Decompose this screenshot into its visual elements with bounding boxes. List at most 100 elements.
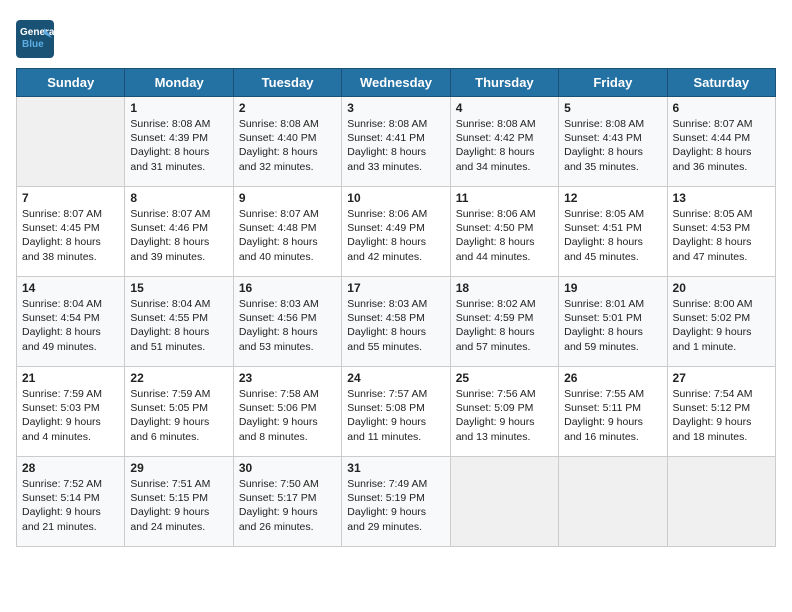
calendar-cell <box>17 97 125 187</box>
calendar-cell: 3Sunrise: 8:08 AM Sunset: 4:41 PM Daylig… <box>342 97 450 187</box>
calendar-cell <box>667 457 775 547</box>
cell-content: Sunrise: 8:05 AM Sunset: 4:53 PM Dayligh… <box>673 207 770 264</box>
calendar-week-2: 7 Sunrise: 8:07 AM Sunset: 4:45 PM Daylig… <box>17 187 776 277</box>
cell-content: Sunrise: 7:57 AM Sunset: 5:08 PM Dayligh… <box>347 387 444 444</box>
calendar-cell <box>450 457 558 547</box>
day-number: 9 <box>239 191 336 205</box>
calendar-cell: 5 Sunrise: 8:08 AM Sunset: 4:43 PM Daylig… <box>559 97 667 187</box>
header: General Blue <box>16 16 776 58</box>
weekday-header-wednesday: Wednesday <box>342 69 450 97</box>
day-number: 18 <box>456 281 553 295</box>
calendar-cell: 23 Sunrise: 7:58 AM Sunset: 5:06 PM Dayli… <box>233 367 341 457</box>
day-number: 23 <box>239 371 336 385</box>
calendar-cell: 25 Sunrise: 7:56 AM Sunset: 5:09 PM Dayli… <box>450 367 558 457</box>
cell-content: Sunrise: 7:50 AM Sunset: 5:17 PM Dayligh… <box>239 477 336 534</box>
calendar-cell: 10 Sunrise: 8:06 AM Sunset: 4:49 PM Dayli… <box>342 187 450 277</box>
cell-content: Sunrise: 8:00 AM Sunset: 5:02 PM Dayligh… <box>673 297 770 354</box>
calendar-cell: 14 Sunrise: 8:04 AM Sunset: 4:54 PM Dayli… <box>17 277 125 367</box>
calendar-cell: 8Sunrise: 8:07 AM Sunset: 4:46 PM Daylig… <box>125 187 233 277</box>
calendar-cell: 17 Sunrise: 8:03 AM Sunset: 4:58 PM Dayli… <box>342 277 450 367</box>
calendar-cell: 1 Sunrise: 8:08 AM Sunset: 4:39 PM Daylig… <box>125 97 233 187</box>
calendar-cell: 31 Sunrise: 7:49 AM Sunset: 5:19 PM Dayli… <box>342 457 450 547</box>
day-number: 26 <box>564 371 661 385</box>
calendar-week-1: 1 Sunrise: 8:08 AM Sunset: 4:39 PM Daylig… <box>17 97 776 187</box>
calendar-header: SundayMondayTuesdayWednesdayThursdayFrid… <box>17 69 776 97</box>
calendar-table: SundayMondayTuesdayWednesdayThursdayFrid… <box>16 68 776 547</box>
logo: General Blue <box>16 20 58 58</box>
day-number: 10 <box>347 191 444 205</box>
day-number: 2 <box>239 101 336 115</box>
cell-content: Sunrise: 7:52 AM Sunset: 5:14 PM Dayligh… <box>22 477 119 534</box>
cell-content: Sunrise: 8:08 AM Sunset: 4:42 PM Dayligh… <box>456 117 553 174</box>
cell-content: Sunrise: 8:08 AM Sunset: 4:39 PM Dayligh… <box>130 117 227 174</box>
logo-icon: General Blue <box>16 20 54 58</box>
day-number: 20 <box>673 281 770 295</box>
calendar-cell: 13 Sunrise: 8:05 AM Sunset: 4:53 PM Dayli… <box>667 187 775 277</box>
day-number: 11 <box>456 191 553 205</box>
cell-content: Sunrise: 7:58 AM Sunset: 5:06 PM Dayligh… <box>239 387 336 444</box>
calendar-week-5: 28 Sunrise: 7:52 AM Sunset: 5:14 PM Dayli… <box>17 457 776 547</box>
calendar-cell: 30 Sunrise: 7:50 AM Sunset: 5:17 PM Dayli… <box>233 457 341 547</box>
weekday-header-friday: Friday <box>559 69 667 97</box>
day-number: 28 <box>22 461 119 475</box>
calendar-cell: 28 Sunrise: 7:52 AM Sunset: 5:14 PM Dayli… <box>17 457 125 547</box>
cell-content: Sunrise: 7:56 AM Sunset: 5:09 PM Dayligh… <box>456 387 553 444</box>
cell-content: Sunrise: 8:05 AM Sunset: 4:51 PM Dayligh… <box>564 207 661 264</box>
day-number: 17 <box>347 281 444 295</box>
calendar-cell: 6 Sunrise: 8:07 AM Sunset: 4:44 PM Daylig… <box>667 97 775 187</box>
calendar-cell: 4Sunrise: 8:08 AM Sunset: 4:42 PM Daylig… <box>450 97 558 187</box>
day-number: 15 <box>130 281 227 295</box>
calendar-cell: 9Sunrise: 8:07 AM Sunset: 4:48 PM Daylig… <box>233 187 341 277</box>
day-number: 7 <box>22 191 119 205</box>
cell-content: Sunrise: 8:07 AM Sunset: 4:44 PM Dayligh… <box>673 117 770 174</box>
day-number: 27 <box>673 371 770 385</box>
day-number: 24 <box>347 371 444 385</box>
weekday-header-sunday: Sunday <box>17 69 125 97</box>
cell-content: Sunrise: 8:06 AM Sunset: 4:49 PM Dayligh… <box>347 207 444 264</box>
day-number: 13 <box>673 191 770 205</box>
calendar-week-4: 21Sunrise: 7:59 AM Sunset: 5:03 PM Dayli… <box>17 367 776 457</box>
cell-content: Sunrise: 7:55 AM Sunset: 5:11 PM Dayligh… <box>564 387 661 444</box>
cell-content: Sunrise: 8:08 AM Sunset: 4:40 PM Dayligh… <box>239 117 336 174</box>
calendar-cell: 18 Sunrise: 8:02 AM Sunset: 4:59 PM Dayli… <box>450 277 558 367</box>
weekday-header-saturday: Saturday <box>667 69 775 97</box>
calendar-cell: 15Sunrise: 8:04 AM Sunset: 4:55 PM Dayli… <box>125 277 233 367</box>
cell-content: Sunrise: 7:49 AM Sunset: 5:19 PM Dayligh… <box>347 477 444 534</box>
cell-content: Sunrise: 8:01 AM Sunset: 5:01 PM Dayligh… <box>564 297 661 354</box>
cell-content: Sunrise: 8:04 AM Sunset: 4:54 PM Dayligh… <box>22 297 119 354</box>
cell-content: Sunrise: 7:59 AM Sunset: 5:05 PM Dayligh… <box>130 387 227 444</box>
cell-content: Sunrise: 8:08 AM Sunset: 4:43 PM Dayligh… <box>564 117 661 174</box>
cell-content: Sunrise: 8:03 AM Sunset: 4:58 PM Dayligh… <box>347 297 444 354</box>
calendar-cell <box>559 457 667 547</box>
weekday-header-monday: Monday <box>125 69 233 97</box>
calendar-cell: 12 Sunrise: 8:05 AM Sunset: 4:51 PM Dayli… <box>559 187 667 277</box>
day-number: 30 <box>239 461 336 475</box>
cell-content: Sunrise: 8:03 AM Sunset: 4:56 PM Dayligh… <box>239 297 336 354</box>
svg-text:Blue: Blue <box>22 39 44 50</box>
calendar-week-3: 14 Sunrise: 8:04 AM Sunset: 4:54 PM Dayli… <box>17 277 776 367</box>
day-number: 3 <box>347 101 444 115</box>
cell-content: Sunrise: 8:06 AM Sunset: 4:50 PM Dayligh… <box>456 207 553 264</box>
calendar-cell: 22Sunrise: 7:59 AM Sunset: 5:05 PM Dayli… <box>125 367 233 457</box>
calendar-cell: 29Sunrise: 7:51 AM Sunset: 5:15 PM Dayli… <box>125 457 233 547</box>
day-number: 8 <box>130 191 227 205</box>
day-number: 1 <box>130 101 227 115</box>
day-number: 19 <box>564 281 661 295</box>
calendar-cell: 19 Sunrise: 8:01 AM Sunset: 5:01 PM Dayli… <box>559 277 667 367</box>
cell-content: Sunrise: 7:51 AM Sunset: 5:15 PM Dayligh… <box>130 477 227 534</box>
calendar-cell: 24 Sunrise: 7:57 AM Sunset: 5:08 PM Dayli… <box>342 367 450 457</box>
calendar-cell: 21Sunrise: 7:59 AM Sunset: 5:03 PM Dayli… <box>17 367 125 457</box>
day-number: 25 <box>456 371 553 385</box>
calendar-cell: 2 Sunrise: 8:08 AM Sunset: 4:40 PM Daylig… <box>233 97 341 187</box>
day-number: 5 <box>564 101 661 115</box>
weekday-header-tuesday: Tuesday <box>233 69 341 97</box>
cell-content: Sunrise: 8:07 AM Sunset: 4:45 PM Dayligh… <box>22 207 119 264</box>
day-number: 6 <box>673 101 770 115</box>
day-number: 31 <box>347 461 444 475</box>
cell-content: Sunrise: 8:02 AM Sunset: 4:59 PM Dayligh… <box>456 297 553 354</box>
day-number: 14 <box>22 281 119 295</box>
calendar-cell: 7 Sunrise: 8:07 AM Sunset: 4:45 PM Daylig… <box>17 187 125 277</box>
calendar-cell: 11 Sunrise: 8:06 AM Sunset: 4:50 PM Dayli… <box>450 187 558 277</box>
day-number: 12 <box>564 191 661 205</box>
weekday-header-thursday: Thursday <box>450 69 558 97</box>
